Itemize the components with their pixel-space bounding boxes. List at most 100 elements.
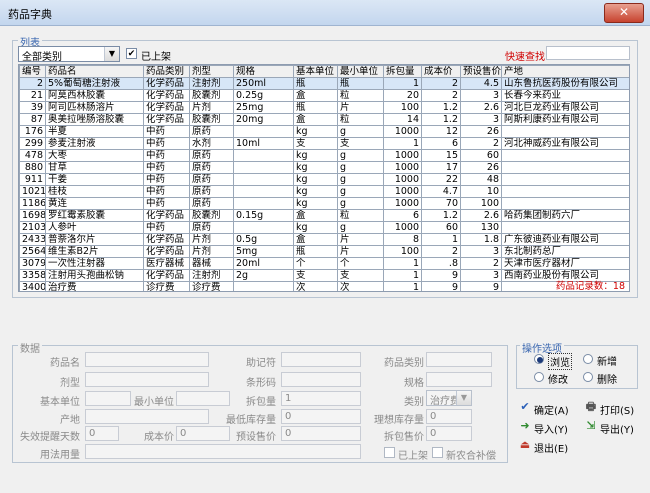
data-legend: 数据: [18, 340, 42, 355]
table-cell: 2: [421, 77, 461, 90]
table-row[interactable]: 1698 罗红霉素胶囊 化学药品 胶囊剂 0.15g 盒粒 6 1.2 2.6 哈药集团制药六厂: [19, 209, 629, 222]
table-cell: 原药: [189, 221, 234, 234]
table-cell: 医疗器械: [143, 257, 190, 270]
category-input[interactable]: [426, 352, 492, 367]
min-unit-input[interactable]: [176, 391, 230, 406]
barcode-input[interactable]: [281, 372, 361, 387]
column-header[interactable]: 成本价: [421, 65, 461, 78]
column-header[interactable]: 产地: [501, 65, 629, 78]
column-header[interactable]: 基本单位: [293, 65, 338, 78]
usage-input[interactable]: [85, 444, 361, 459]
rural-subsidy-checkbox[interactable]: [432, 447, 443, 458]
browse-radio[interactable]: [534, 354, 544, 364]
table-row[interactable]: 911 干姜 中药 原药 kg g 1000 22 48: [19, 173, 629, 186]
table-row[interactable]: 1021 桂枝 中药 原药 kg g 1000 4.7 10: [19, 185, 629, 198]
close-button[interactable]: ✕: [604, 3, 644, 23]
table-row[interactable]: 21 阿莫西林胶囊 化学药品 胶囊剂 0.25g 盒粒 20 2 3 长春今来药业: [19, 89, 629, 102]
table-cell: 100: [383, 101, 422, 114]
listed-checkbox-disabled[interactable]: [384, 447, 395, 458]
table-cell: 片: [337, 101, 384, 114]
preset-price-label: 预设售价: [236, 432, 276, 443]
preset-price-input[interactable]: 0: [281, 426, 361, 441]
delete-radio[interactable]: [583, 372, 593, 382]
table-row[interactable]: 39 阿司匹林肠溶片 化学药品 片剂 25mg 瓶片 100 1.2 2.6 河北巨龙药业有限公司: [19, 101, 629, 114]
drug-table[interactable]: 编号 药品名 药品类别 剂型 规格 基本单位 最小单位 拆包量 成本价 预设售价 产地 2 5%葡萄糖…: [18, 64, 630, 292]
table-row[interactable]: 2564 维生素B2片 化学药品 片剂 5mg 瓶片 100 2 3 东北制药总厂: [19, 245, 629, 258]
edit-radio[interactable]: [534, 372, 544, 382]
drug-name-input[interactable]: [85, 352, 209, 367]
column-header[interactable]: 药品类别: [143, 65, 190, 78]
table-row[interactable]: 880 甘草 中药 原药 kg g 1000 17 26: [19, 161, 629, 174]
table-row[interactable]: 478 大枣 中药 原药 kg g 1000 15 60: [19, 149, 629, 162]
table-cell: 阿莫西林胶囊: [45, 89, 144, 102]
exit-button[interactable]: ⏏ 退出(E): [518, 438, 570, 455]
table-row[interactable]: 176 半夏 中药 原药 kg g 1000 12 26: [19, 125, 629, 138]
print-button-label: 打印(S): [600, 406, 635, 417]
expiry-days-input[interactable]: 0: [85, 426, 119, 441]
print-button[interactable]: 🖶 打印(S): [584, 400, 638, 417]
table-cell: 1: [383, 137, 422, 150]
table-cell: 1.2: [421, 113, 461, 126]
column-header[interactable]: 编号: [19, 65, 46, 78]
table-cell: 3400: [19, 281, 46, 291]
table-cell: [501, 149, 629, 162]
category-select[interactable]: 全部类别 ▼: [18, 46, 120, 63]
table-cell: [233, 149, 294, 162]
base-unit-input[interactable]: [85, 391, 131, 406]
table-cell: 14: [383, 113, 422, 126]
import-button[interactable]: ➜ 导入(Y): [518, 419, 570, 436]
pack-qty-input[interactable]: 1: [281, 391, 361, 406]
preset-price-value: 0: [285, 428, 292, 439]
spec-input[interactable]: [426, 372, 492, 387]
table-row[interactable]: 3079 一次性注射器 医疗器械 器械 20ml 个个 1.8 2 天津市医疗器材厂: [19, 257, 629, 270]
min-stock-label: 最低库存量: [226, 415, 276, 426]
table-row[interactable]: 3400 治疗费 诊疗费 诊疗费次次 1 9 9: [19, 281, 629, 291]
table-row[interactable]: 299 参麦注射液 中药 水剂 10ml 支支 1 6 2 河北神威药业有限公司: [19, 137, 629, 150]
table-cell: 1: [383, 77, 422, 90]
column-header[interactable]: 最小单位: [337, 65, 384, 78]
unpack-price-input[interactable]: 0: [426, 426, 472, 441]
table-cell: 支: [337, 137, 384, 150]
ok-button[interactable]: ✔ 确定(A): [518, 400, 570, 417]
table-cell: 原药: [189, 197, 234, 210]
export-button[interactable]: ⇲ 导出(Y): [584, 419, 638, 436]
min-stock-value: 0: [285, 411, 292, 422]
table-cell: 1000: [383, 173, 422, 186]
table-cell: 2g: [233, 269, 294, 282]
column-header[interactable]: 剂型: [189, 65, 234, 78]
origin-input[interactable]: [85, 409, 209, 424]
table-row[interactable]: 2103 人参叶 中药 原药 kg g 1000 60 130: [19, 221, 629, 234]
table-row[interactable]: 2433 普萘洛尔片 化学药品 片剂 0.5g 盒片 8 1 1.8 广东彼迪药业有限公司: [19, 233, 629, 246]
table-cell: 4.7: [421, 185, 461, 198]
table-row[interactable]: 1186 黄连 中药 原药 kg g 1000 70 100: [19, 197, 629, 210]
column-header[interactable]: 拆包量: [383, 65, 422, 78]
cost-price-input[interactable]: 0: [176, 426, 230, 441]
column-header[interactable]: 药品名: [45, 65, 144, 78]
column-header[interactable]: 预设售价: [460, 65, 502, 78]
table-cell: 胶囊剂: [189, 113, 234, 126]
new-radio[interactable]: [583, 354, 593, 364]
dosage-form-input[interactable]: [85, 372, 209, 387]
table-cell: 甘草: [45, 161, 144, 174]
mnemonic-input[interactable]: [281, 352, 361, 367]
table-row[interactable]: 2 5%葡萄糖注射液 化学药品 注射剂 250ml 瓶瓶 1 2 4.5 山东鲁抗医药股份有限公司: [19, 77, 629, 90]
expiry-days-label: 失效提醒天数: [20, 432, 80, 443]
type-select[interactable]: 治疗费 ▼: [426, 390, 472, 407]
ideal-stock-value: 0: [430, 411, 437, 422]
table-cell: 瓶: [293, 101, 338, 114]
table-cell: 化学药品: [143, 269, 190, 282]
column-header[interactable]: 规格: [233, 65, 294, 78]
table-cell: 注射剂: [189, 77, 234, 90]
listed-checkbox[interactable]: ✔: [126, 48, 137, 59]
table-cell: 21: [19, 89, 46, 102]
table-row[interactable]: 3358 注射用头孢曲松钠 化学药品 注射剂 2g 支支 1 9 3 西南药业股份有限公司: [19, 269, 629, 282]
min-stock-input[interactable]: 0: [281, 409, 361, 424]
ideal-stock-input[interactable]: 0: [426, 409, 472, 424]
table-row[interactable]: 87 奥美拉唑肠溶胶囊 化学药品 胶囊剂 20mg 盒粒 14 1.2 3 阿斯利康药业有限公司: [19, 113, 629, 126]
table-cell: 5%葡萄糖注射液: [45, 77, 144, 90]
table-cell: 1: [383, 257, 422, 270]
quick-find-input[interactable]: [546, 46, 630, 60]
table-cell: g: [337, 149, 384, 162]
table-cell: [233, 221, 294, 234]
usage-label: 用法用量: [40, 450, 80, 461]
